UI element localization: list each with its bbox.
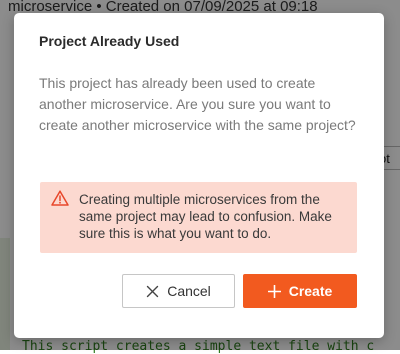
warning-triangle-icon xyxy=(51,190,69,206)
plus-icon xyxy=(267,284,281,298)
warning-alert: Creating multiple microservices from the… xyxy=(40,182,357,253)
dialog-message: This project has already been used to cr… xyxy=(39,75,356,133)
create-button[interactable]: Create xyxy=(243,274,357,308)
warning-text: Creating multiple microservices from the… xyxy=(79,192,332,241)
cancel-button-label: Cancel xyxy=(167,283,211,299)
cancel-button[interactable]: Cancel xyxy=(122,274,235,308)
dialog-title: Project Already Used xyxy=(39,33,180,49)
confirm-dialog: Project Already Used This project has al… xyxy=(14,13,384,338)
create-button-label: Create xyxy=(288,283,333,299)
close-icon xyxy=(147,285,159,297)
